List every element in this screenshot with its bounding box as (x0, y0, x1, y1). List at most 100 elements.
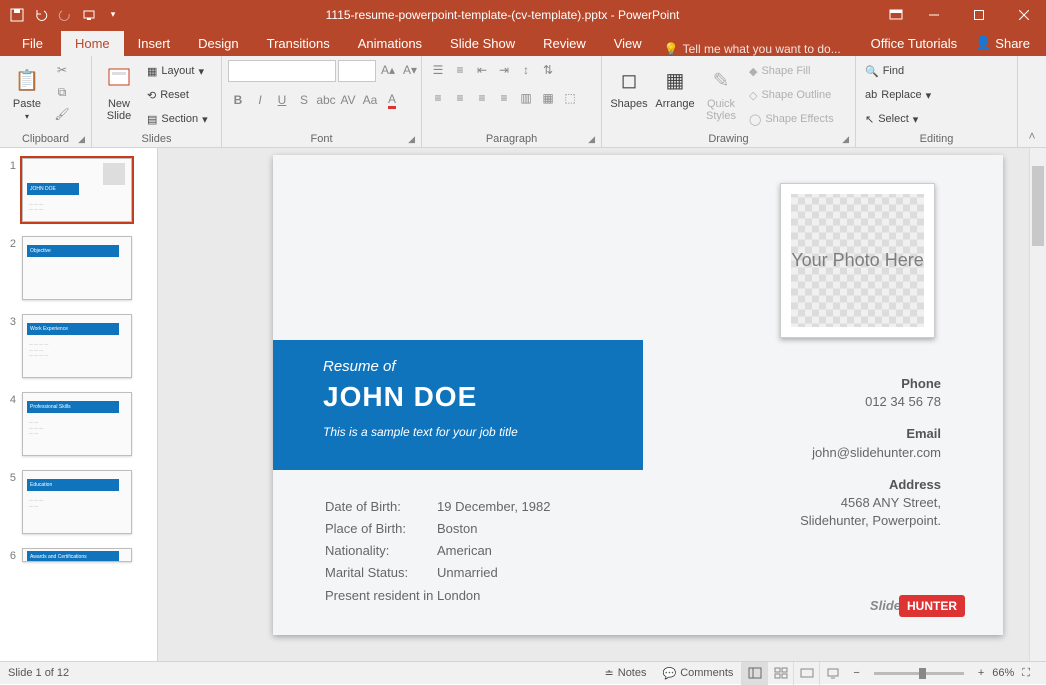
section-button[interactable]: ▤Section ▾ (144, 108, 211, 130)
underline-button[interactable]: U (272, 90, 292, 110)
ribbon-display-options-icon[interactable] (881, 0, 911, 29)
clipboard-dialog-launcher[interactable]: ◢ (78, 134, 85, 145)
tab-slideshow[interactable]: Slide Show (436, 31, 529, 56)
font-family-select[interactable] (228, 60, 336, 82)
slide-canvas[interactable]: Your Photo Here Resume of JOHN DOE This … (273, 155, 1003, 635)
format-painter-button[interactable]: 🖌 (52, 104, 72, 124)
slide-thumbnail-panel[interactable]: 1 JOHN DOE — — —— — — 2 Objective 3 Work… (0, 148, 158, 661)
zoom-level[interactable]: 66% (992, 667, 1014, 679)
minimize-button[interactable] (911, 0, 956, 29)
italic-button[interactable]: I (250, 90, 270, 110)
new-slide-button[interactable]: New Slide (98, 60, 140, 122)
tab-transitions[interactable]: Transitions (253, 31, 344, 56)
tab-file[interactable]: File (4, 31, 61, 56)
replace-button[interactable]: abReplace ▾ (862, 84, 934, 106)
shape-fill-button[interactable]: ◆Shape Fill (746, 60, 837, 82)
tab-home[interactable]: Home (61, 31, 124, 56)
slide-thumbnail-4[interactable]: Professional Skills — —— — —— — (22, 392, 132, 456)
zoom-slider[interactable] (874, 672, 964, 675)
tab-insert[interactable]: Insert (124, 31, 185, 56)
align-center-button[interactable]: ≡ (450, 88, 470, 108)
tab-design[interactable]: Design (184, 31, 252, 56)
zoom-out-button[interactable]: − (845, 662, 867, 684)
drawing-dialog-launcher[interactable]: ◢ (842, 134, 849, 145)
redo-icon[interactable] (54, 4, 76, 26)
change-case-button[interactable]: Aa (360, 90, 380, 110)
slide-thumbnail-1[interactable]: JOHN DOE — — —— — — (22, 158, 132, 222)
normal-view-button[interactable] (741, 662, 767, 685)
text-direction-button[interactable]: ⇅ (538, 60, 558, 80)
maximize-button[interactable] (956, 0, 1001, 29)
vertical-scrollbar[interactable] (1029, 148, 1046, 661)
columns-button[interactable]: ▥ (516, 88, 536, 108)
pob-value: Boston (437, 519, 550, 539)
save-icon[interactable] (6, 4, 28, 26)
tab-view[interactable]: View (600, 31, 656, 56)
group-editing-label: Editing (862, 133, 1011, 147)
font-color-button[interactable]: A (382, 90, 402, 110)
start-from-beginning-icon[interactable] (78, 4, 100, 26)
tell-me-search[interactable]: 💡 Tell me what you want to do... (664, 42, 841, 56)
strikethrough-button[interactable]: S (294, 90, 314, 110)
align-text-button[interactable]: ▦ (538, 88, 558, 108)
bold-button[interactable]: B (228, 90, 248, 110)
char-spacing-button[interactable]: AV (338, 90, 358, 110)
slide-sorter-view-button[interactable] (767, 662, 793, 685)
title-block[interactable]: Resume of JOHN DOE This is a sample text… (273, 340, 643, 470)
photo-placeholder[interactable]: Your Photo Here (780, 183, 935, 338)
reading-view-button[interactable] (793, 662, 819, 685)
slide-editor[interactable]: Your Photo Here Resume of JOHN DOE This … (158, 148, 1046, 661)
fit-to-window-button[interactable]: ⛶ (1014, 662, 1038, 684)
copy-button[interactable]: ⧉ (52, 82, 72, 102)
slide-thumbnail-3[interactable]: Work Experience — — — —— — —— — — — (22, 314, 132, 378)
reset-button[interactable]: ⟲Reset (144, 84, 211, 106)
arrange-button[interactable]: ▦Arrange (654, 60, 696, 110)
cut-button[interactable]: ✂ (52, 60, 72, 80)
text-shadow-button[interactable]: abc (316, 90, 336, 110)
select-icon: ↖ (865, 113, 874, 126)
bullets-button[interactable]: ☰ (428, 60, 448, 80)
shape-effects-button[interactable]: ◯Shape Effects (746, 108, 837, 130)
font-size-select[interactable] (338, 60, 376, 82)
shapes-button[interactable]: ◻Shapes (608, 60, 650, 110)
zoom-in-button[interactable]: + (970, 662, 992, 684)
tab-animations[interactable]: Animations (344, 31, 436, 56)
notes-button[interactable]: ≐Notes (597, 662, 655, 684)
slide-thumbnail-2[interactable]: Objective (22, 236, 132, 300)
numbering-button[interactable]: ≡ (450, 60, 470, 80)
new-slide-icon (103, 64, 135, 96)
quick-styles-button[interactable]: ✎Quick Styles (700, 60, 742, 122)
line-spacing-button[interactable]: ↕ (516, 60, 536, 80)
find-button[interactable]: 🔍Find (862, 60, 934, 82)
shape-outline-button[interactable]: ◇Shape Outline (746, 84, 837, 106)
increase-font-icon[interactable]: A▴ (378, 60, 398, 80)
undo-icon[interactable] (30, 4, 52, 26)
slide-thumbnail-6[interactable]: Awards and Certifications (22, 548, 132, 562)
close-button[interactable] (1001, 0, 1046, 29)
thumb-number: 4 (4, 392, 16, 406)
slideshow-view-button[interactable] (819, 662, 845, 685)
decrease-indent-button[interactable]: ⇤ (472, 60, 492, 80)
paste-button[interactable]: 📋 Paste ▾ (6, 60, 48, 121)
comments-button[interactable]: 💬Comments (655, 662, 742, 684)
increase-indent-button[interactable]: ⇥ (494, 60, 514, 80)
select-button[interactable]: ↖Select ▾ (862, 108, 934, 130)
qat-customize-icon[interactable]: ▾ (102, 4, 124, 26)
nationality-value: American (437, 541, 550, 561)
slide-thumbnail-5[interactable]: Education — — —— — (22, 470, 132, 534)
layout-button[interactable]: ▦Layout ▾ (144, 60, 211, 82)
smartart-button[interactable]: ⬚ (560, 88, 580, 108)
share-button[interactable]: 👤Share (967, 30, 1038, 56)
align-right-button[interactable]: ≡ (472, 88, 492, 108)
font-dialog-launcher[interactable]: ◢ (408, 134, 415, 145)
collapse-ribbon-icon[interactable]: ˄ (1018, 56, 1046, 147)
contact-block[interactable]: Phone 012 34 56 78 Email john@slidehunte… (800, 375, 941, 530)
align-left-button[interactable]: ≡ (428, 88, 448, 108)
justify-button[interactable]: ≡ (494, 88, 514, 108)
paragraph-dialog-launcher[interactable]: ◢ (588, 134, 595, 145)
office-tutorials-link[interactable]: Office Tutorials (861, 31, 967, 56)
slide-counter[interactable]: Slide 1 of 12 (8, 667, 69, 679)
personal-details[interactable]: Date of Birth:19 December, 1982 Place of… (323, 495, 552, 608)
tab-review[interactable]: Review (529, 31, 600, 56)
decrease-font-icon[interactable]: A▾ (400, 60, 420, 80)
